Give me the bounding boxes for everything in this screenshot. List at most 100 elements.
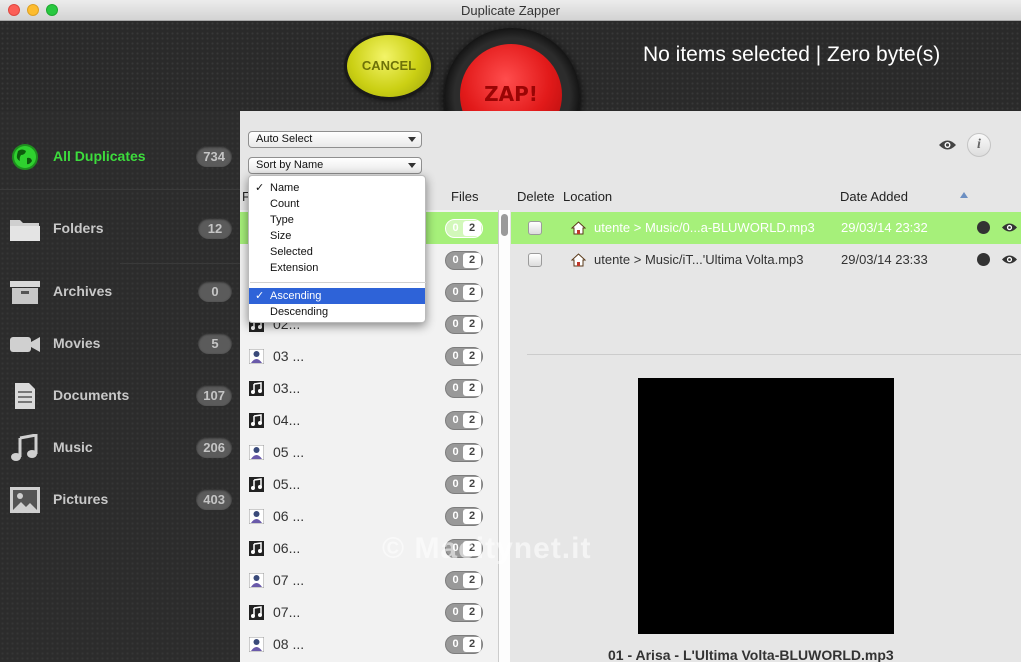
menu-item-descending[interactable]: Descending (249, 304, 425, 320)
location-row[interactable]: utente > Music/iT...'Ultima Volta.mp3 29… (511, 244, 1021, 276)
sidebar-item-all-duplicates[interactable]: All Duplicates 734 (0, 131, 240, 183)
person-file-icon (249, 509, 264, 524)
list-item[interactable]: 04... 02 (240, 404, 498, 436)
file-name: 07... (273, 604, 301, 620)
minimize-window-button[interactable] (27, 4, 39, 16)
sidebar-item-movies[interactable]: Movies 5 (0, 318, 240, 370)
file-count-pill: 02 (445, 603, 483, 622)
list-item[interactable]: 05... 02 (240, 468, 498, 500)
menu-item-label: Extension (270, 262, 319, 274)
cancel-button[interactable]: CANCEL (347, 35, 431, 97)
file-count-pill: 02 (445, 411, 483, 430)
menu-item-type[interactable]: Type (249, 212, 425, 228)
selected-count: 0 (452, 222, 459, 234)
info-button[interactable]: i (967, 133, 991, 157)
reveal-in-finder-icon[interactable] (977, 253, 990, 266)
sort-by-dropdown[interactable]: Sort by Name (248, 157, 422, 174)
sidebar-item-label: Music (53, 439, 93, 455)
preview-caption: 01 - Arisa - L'Ultima Volta-BLUWORLD.mp3 (608, 647, 894, 662)
delete-checkbox[interactable] (528, 221, 542, 235)
menu-item-name[interactable]: ✓ Name (249, 180, 425, 196)
sidebar-item-label: Documents (53, 387, 130, 403)
file-name: 03 ... (273, 348, 305, 364)
list-item[interactable]: 03 ... 02 (240, 340, 498, 372)
total-count: 2 (463, 637, 481, 652)
count-badge: 107 (196, 385, 232, 406)
selected-count: 0 (452, 478, 459, 490)
sidebar-item-documents[interactable]: Documents 107 (0, 370, 240, 422)
checkmark-icon: ✓ (255, 290, 265, 302)
preview-divider (527, 354, 1021, 355)
file-name: 05 ... (273, 444, 305, 460)
list-item[interactable]: 07 ... 02 (240, 564, 498, 596)
list-item[interactable]: 08 ... 02 (240, 628, 498, 660)
music-file-icon (249, 605, 264, 620)
list-item[interactable]: 03... 02 (240, 372, 498, 404)
date-added: 29/03/14 23:33 (841, 252, 928, 267)
total-count: 2 (463, 221, 481, 236)
menu-item-selected[interactable]: Selected (249, 244, 425, 260)
total-count: 2 (463, 509, 481, 524)
eye-icon[interactable] (938, 139, 957, 151)
file-count-pill: 02 (445, 443, 483, 462)
music-file-icon (249, 413, 264, 428)
total-count: 2 (463, 349, 481, 364)
home-icon (571, 253, 586, 267)
total-count: 2 (463, 413, 481, 428)
list-item[interactable]: 07... 02 (240, 596, 498, 628)
eye-icon[interactable] (1001, 254, 1018, 265)
music-note-icon (11, 434, 38, 461)
person-file-icon (249, 445, 264, 460)
file-location: utente > Music/0...a-BLUWORLD.mp3 (594, 220, 815, 235)
zoom-window-button[interactable] (46, 4, 58, 16)
menu-item-extension[interactable]: Extension (249, 260, 425, 276)
selected-count: 0 (452, 638, 459, 650)
sidebar-item-label: Archives (53, 283, 113, 299)
sidebar-item-label: Folders (53, 220, 104, 236)
person-file-icon (249, 349, 264, 364)
location-row[interactable]: utente > Music/0...a-BLUWORLD.mp3 29/03/… (511, 212, 1021, 244)
file-count-pill: 02 (445, 475, 483, 494)
count-badge: 734 (196, 146, 232, 167)
dropdown-arrow-icon (408, 137, 416, 142)
reveal-in-finder-icon[interactable] (977, 221, 990, 234)
sidebar-item-music[interactable]: Music 206 (0, 422, 240, 474)
total-count: 2 (463, 573, 481, 588)
list-scrollbar[interactable] (498, 210, 510, 662)
total-count: 2 (463, 381, 481, 396)
selection-status: No items selected | Zero byte(s) (643, 43, 941, 66)
menu-item-label: Ascending (270, 290, 322, 302)
menu-item-count[interactable]: Count (249, 196, 425, 212)
total-count: 2 (463, 477, 481, 492)
column-header-date-added[interactable]: Date Added (840, 189, 908, 204)
eye-icon[interactable] (1001, 222, 1018, 233)
sidebar-item-label: Pictures (53, 491, 109, 507)
menu-separator (250, 282, 426, 283)
delete-checkbox[interactable] (528, 253, 542, 267)
sidebar-item-folders[interactable]: Folders 12 (0, 203, 240, 255)
count-badge: 5 (198, 333, 232, 354)
archive-box-icon (10, 281, 40, 304)
dropdown-arrow-icon (408, 163, 416, 168)
sidebar-item-label: All Duplicates (53, 148, 146, 164)
file-name: 05... (273, 476, 301, 492)
sidebar-item-pictures[interactable]: Pictures 403 (0, 474, 240, 526)
total-count: 2 (463, 285, 481, 300)
scroll-thumb[interactable] (501, 214, 508, 236)
list-item[interactable]: 05 ... 02 (240, 436, 498, 468)
menu-item-size[interactable]: Size (249, 228, 425, 244)
total-count: 2 (463, 445, 481, 460)
home-icon (571, 221, 586, 235)
close-window-button[interactable] (8, 4, 20, 16)
selected-count: 0 (452, 414, 459, 426)
file-count-pill: 02 (445, 251, 483, 270)
list-item[interactable]: 06 ... 02 (240, 500, 498, 532)
file-count-pill: 02 (445, 507, 483, 526)
sidebar-item-archives[interactable]: Archives 0 (0, 266, 240, 318)
column-header-location[interactable]: Location (563, 189, 612, 204)
auto-select-dropdown[interactable]: Auto Select (248, 131, 422, 148)
menu-item-ascending[interactable]: ✓ Ascending (249, 288, 425, 304)
column-header-delete[interactable]: Delete (517, 189, 555, 204)
selected-count: 0 (452, 286, 459, 298)
column-header-files[interactable]: Files (451, 189, 478, 204)
